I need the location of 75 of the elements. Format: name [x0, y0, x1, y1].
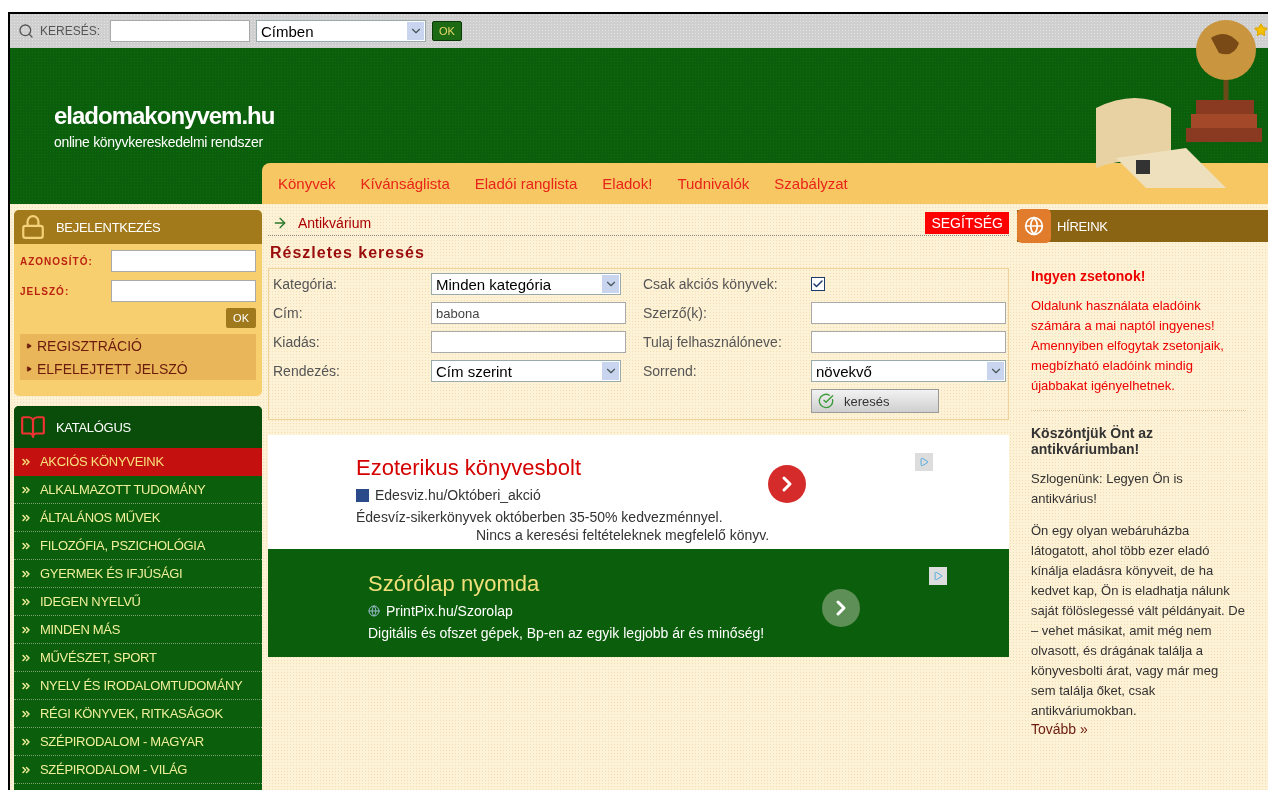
checkbox[interactable]	[811, 277, 825, 291]
ad-text: Digitális és ofszet gépek, Bp-en az egyik legjobb ár és minőség!	[368, 625, 766, 641]
help-button[interactable]: SEGÍTSÉG	[925, 211, 1009, 234]
login-field[interactable]	[111, 250, 256, 272]
ad-arrow-button[interactable]	[822, 589, 860, 627]
search-field[interactable]	[110, 20, 251, 42]
form-select[interactable]: Cím szerint	[431, 360, 621, 382]
login-ok-button[interactable]: OK	[226, 308, 256, 328]
form-select[interactable]: Minden kategória	[431, 273, 621, 295]
form-label: Rendezés:	[273, 363, 341, 379]
ad-url[interactable]: Edesviz.hu/Októberi_akció	[356, 487, 1009, 503]
search-ok-button[interactable]: OK	[432, 21, 462, 41]
form-label: Csak akciós könyvek:	[643, 276, 779, 292]
form-label: Sorrend:	[643, 363, 698, 379]
catalog-item[interactable]: ÁLTALÁNOS MŰVEK	[14, 504, 262, 532]
login-field-label: JELSZÓ:	[20, 285, 70, 297]
globe-icon	[368, 605, 380, 617]
ad-title[interactable]: Szórólap nyomda	[368, 571, 1009, 597]
form-field[interactable]: babona	[431, 302, 626, 324]
ad-choices-icon[interactable]	[915, 453, 933, 471]
ad-url[interactable]: PrintPix.hu/Szorolap	[368, 603, 1009, 619]
triangle-icon	[26, 342, 32, 349]
news-title: HÍREINK	[1057, 218, 1108, 234]
lock-icon	[20, 214, 46, 240]
login-link[interactable]: REGISZTRÁCIÓ	[20, 334, 256, 357]
ad-choices-icon[interactable]	[929, 567, 947, 585]
catalog-item[interactable]: NYELV ÉS IRODALOMTUDOMÁNY	[14, 672, 262, 700]
books-icon	[20, 414, 46, 440]
catalog-item[interactable]: GYERMEK ÉS IFJÚSÁGI	[14, 560, 262, 588]
search-submit-button[interactable]: keresés	[811, 389, 939, 413]
form-label: Tulaj felhasználóneve:	[643, 334, 783, 350]
catalog-title: KATALÓGUS	[56, 419, 131, 435]
catalog-item[interactable]: RÉGI KÖNYVEK, RITKASÁGOK	[14, 700, 262, 728]
site-name: eladomakonyvem.hu	[54, 102, 276, 130]
more-link[interactable]: Tovább »	[1031, 721, 1246, 737]
ad-title[interactable]: Ezoterikus könyvesbolt	[356, 455, 1009, 481]
catalog-item[interactable]: MŰVÉSZET, SPORT	[14, 644, 262, 672]
form-label: Cím:	[273, 305, 304, 321]
login-field[interactable]	[111, 280, 256, 302]
news-paragraph: Oldalunk használata eladóink számára a mai naptól ingyenes! Amennyiben elfogytak zsetonjaik, megbízható eladóink mindig újabbakat igényelhetnek.	[1031, 297, 1225, 395]
form-label: Szerző(k):	[643, 305, 708, 321]
form-label: Kategória:	[273, 276, 338, 292]
catalog-item[interactable]: MINDEN MÁS	[14, 616, 262, 644]
login-field-label: AZONOSÍTÓ:	[20, 255, 93, 267]
form-field[interactable]	[431, 331, 626, 353]
login-title: BEJELENTKEZÉS	[56, 219, 161, 235]
site-favicon	[356, 488, 369, 502]
breadcrumb: Antikvárium	[298, 214, 373, 231]
globe-icon	[1017, 209, 1051, 243]
search-icon	[18, 23, 34, 39]
catalog-item[interactable]: ALKALMAZOTT TUDOMÁNY	[14, 476, 262, 504]
triangle-icon	[26, 365, 32, 372]
catalog-item[interactable]: SZÉPIRODALOM - MAGYAR	[14, 728, 262, 756]
check-circle-icon	[818, 393, 834, 409]
search-label: KERESÉS:	[40, 24, 101, 38]
ad-text: Édesvíz-sikerkönyvek októberben 35-50% kedvezménnyel.	[356, 509, 724, 525]
form-field[interactable]	[811, 302, 1006, 324]
news-paragraph: Szlogenünk: Legyen Ön is antikvárius!	[1031, 470, 1184, 508]
form-title: Részletes keresés	[270, 244, 426, 262]
news-heading: Ingyen zsetonok!	[1031, 268, 1147, 284]
ad-arrow-button[interactable]	[768, 465, 806, 503]
news-paragraph: Ön egy olyan webáruházba látogatott, ahol több ezer eladó kínálja eladásra könyveit, de ha kedvet kap, Ön is eladhatja nálunk saját fölöslegessé vált példányait. De – vehet másikat, amit még nem olvasott, és drágának találja a könyvesbolti árat, vagy már meg sem találja őket, csak antikváriumokban.	[1031, 522, 1246, 720]
catalog-item[interactable]: FILOZÓFIA, PSZICHOLÓGIA	[14, 532, 262, 560]
site-tagline: online könyvkereskedelmi rendszer	[54, 134, 264, 150]
catalog-item[interactable]: IDEGEN NYELVŰ	[14, 588, 262, 616]
news-heading: Köszöntjük Önt az antikváriumban!	[1031, 425, 1155, 457]
form-select[interactable]: növekvő	[811, 360, 1006, 382]
no-results-message: Nincs a keresési feltételeknek megfelelő könyv.	[476, 527, 771, 543]
form-label: Kiadás:	[273, 334, 321, 350]
catalog-item[interactable]: AKCIÓS KÖNYVEINK	[14, 448, 262, 476]
catalog-item[interactable]: SZÉPIRODALOM - VILÁG	[14, 756, 262, 784]
star-icon[interactable]	[1254, 23, 1268, 37]
search-scope-select[interactable]: Címben	[256, 20, 427, 42]
login-link[interactable]: ELFELEJTETT JELSZÓ	[20, 357, 256, 380]
form-field[interactable]	[811, 331, 1006, 353]
